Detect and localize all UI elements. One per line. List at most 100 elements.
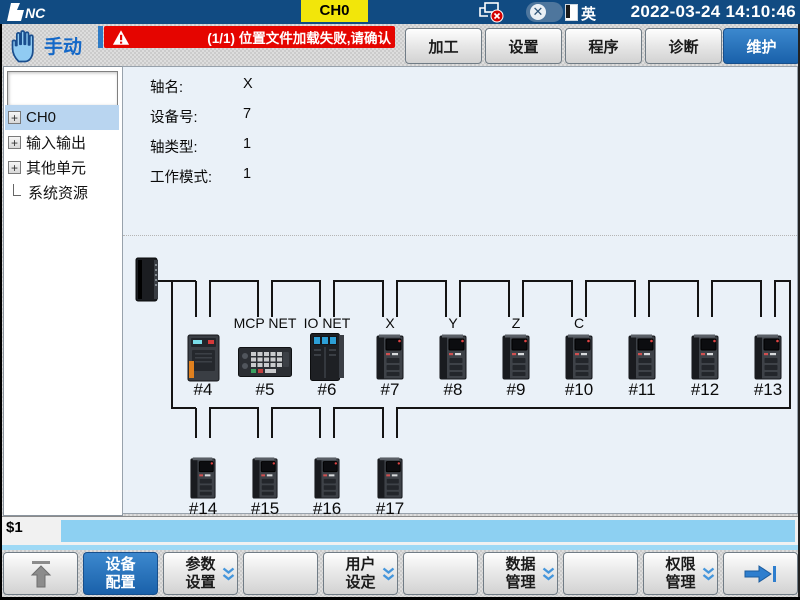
device-12[interactable]	[691, 334, 719, 385]
status-accent-strip	[0, 545, 800, 550]
menu-tab-3[interactable]: 诊断	[645, 28, 722, 64]
softkey-label: 参数	[185, 556, 215, 574]
device-7[interactable]	[376, 334, 404, 385]
softkey-empty-3[interactable]	[243, 552, 318, 595]
device-number-label: #12	[680, 380, 730, 400]
softkey-2[interactable]: 参数设置	[163, 552, 238, 595]
device-function-label: C	[544, 315, 614, 331]
device-14[interactable]	[190, 457, 216, 504]
device-13[interactable]	[754, 334, 782, 385]
title-bar: NC CH0 ✕ 英 2022-03-24 14:10:46	[0, 0, 800, 24]
channel-indicator: CH0	[301, 0, 368, 22]
next-page-icon	[743, 563, 779, 585]
device-15[interactable]	[252, 457, 278, 504]
sidebar-filter-box[interactable]	[7, 71, 118, 106]
device-16[interactable]	[314, 457, 340, 504]
tree-item-label: 其他单元	[26, 157, 86, 178]
double-chevron-down-icon	[542, 567, 555, 587]
tree-item-label: 输入输出	[26, 132, 86, 153]
warning-icon	[112, 29, 130, 46]
tree-item-label: 系统资源	[28, 182, 88, 203]
device-number-label: #8	[428, 380, 478, 400]
tree-item-0[interactable]: + CH0	[5, 105, 119, 130]
device-function-label: MCP NET	[230, 315, 300, 331]
manual-mode-hand-icon	[6, 27, 40, 64]
softkey-label: 权限	[665, 556, 695, 574]
tree-elbow-icon	[13, 184, 21, 196]
menu-tab-2[interactable]: 程序	[565, 28, 642, 64]
softkey-empty-5[interactable]	[403, 552, 478, 595]
alarm-message-text: (1/1) 位置文件加载失败,请确认	[207, 27, 391, 47]
softkey-up-arrow[interactable]	[3, 552, 78, 595]
device-9[interactable]	[502, 334, 530, 385]
device-number-label: #5	[240, 380, 290, 400]
ime-close-button[interactable]: ✕	[526, 2, 563, 22]
device-number-label: #10	[554, 380, 604, 400]
device-number-label: #7	[365, 380, 415, 400]
softkey-next-arrow[interactable]	[723, 552, 798, 595]
svg-text:NC: NC	[25, 5, 46, 21]
softkey-label: 用户	[345, 556, 375, 574]
expand-icon[interactable]: +	[8, 136, 21, 149]
softkey-label: 管理	[665, 574, 695, 592]
device-17[interactable]	[377, 457, 403, 504]
tree-item-label: CH0	[26, 109, 56, 126]
softkey-label: 数据	[505, 556, 535, 574]
double-chevron-down-icon	[222, 567, 235, 587]
device-tree-panel: + CH0 + 输入输出 + 其他单元系统资源	[3, 66, 123, 516]
menu-tab-4[interactable]: 维护	[723, 28, 800, 64]
tree-item-3[interactable]: 系统资源	[5, 180, 119, 205]
language-indicator: 英	[581, 3, 596, 24]
device-11[interactable]	[628, 334, 656, 385]
menu-tab-1[interactable]: 设置	[485, 28, 562, 64]
datetime-display: 2022-03-24 14:10:46	[631, 2, 796, 22]
softkey-label: 管理	[505, 574, 535, 592]
device-function-label: X	[355, 315, 425, 331]
device-number-label: #11	[617, 380, 667, 400]
device-5[interactable]	[238, 347, 292, 382]
info-label: 设备号:	[150, 106, 198, 127]
info-label: 工作模式:	[150, 166, 212, 187]
expand-icon[interactable]: +	[8, 111, 21, 124]
alarm-message-bar[interactable]: (1/1) 位置文件加载失败,请确认	[104, 26, 395, 48]
softkey-empty-7[interactable]	[563, 552, 638, 595]
info-label: 轴名:	[150, 76, 183, 97]
tree-item-2[interactable]: + 其他单元	[5, 155, 119, 180]
device-function-label: Z	[481, 315, 551, 331]
device-6[interactable]	[309, 332, 345, 387]
expand-icon[interactable]: +	[8, 161, 21, 174]
device-number-label: #13	[743, 380, 793, 400]
device-function-label: IO NET	[292, 315, 362, 331]
info-value: X	[243, 76, 253, 92]
up-arrow-icon	[28, 559, 54, 589]
network-error-icon	[478, 2, 506, 23]
softkey-4[interactable]: 用户设定	[323, 552, 398, 595]
bezel-left	[0, 24, 2, 600]
menu-tab-0[interactable]: 加工	[405, 28, 482, 64]
softkey-label: 设置	[185, 574, 215, 592]
info-value: 1	[243, 136, 251, 152]
softkey-label: 配置	[105, 574, 135, 592]
device-host[interactable]	[133, 256, 163, 308]
alert-accent-bar	[98, 26, 103, 48]
softkey-6[interactable]: 数据管理	[483, 552, 558, 595]
cnc-screen: NC CH0 ✕ 英 2022-03-24 14:10:46 手动 (1/1) …	[0, 0, 800, 600]
device-function-label: Y	[418, 315, 488, 331]
language-book-icon	[565, 4, 578, 21]
device-number-label: #9	[491, 380, 541, 400]
info-value: 1	[243, 166, 251, 182]
double-chevron-down-icon	[702, 567, 715, 587]
info-label: 轴类型:	[150, 136, 198, 157]
info-value: 7	[243, 106, 251, 122]
channel-status-label: $1	[6, 519, 23, 536]
device-number-label: #6	[302, 380, 352, 400]
status-progress-bar	[61, 520, 795, 542]
softkey-8[interactable]: 权限管理	[643, 552, 718, 595]
softkey-label: 设定	[345, 574, 375, 592]
device-number-label: #4	[178, 380, 228, 400]
tree-item-1[interactable]: + 输入输出	[5, 130, 119, 155]
softkey-1[interactable]: 设备配置	[83, 552, 158, 595]
hnc-logo-icon: NC	[5, 1, 57, 23]
device-10[interactable]	[565, 334, 593, 385]
device-8[interactable]	[439, 334, 467, 385]
